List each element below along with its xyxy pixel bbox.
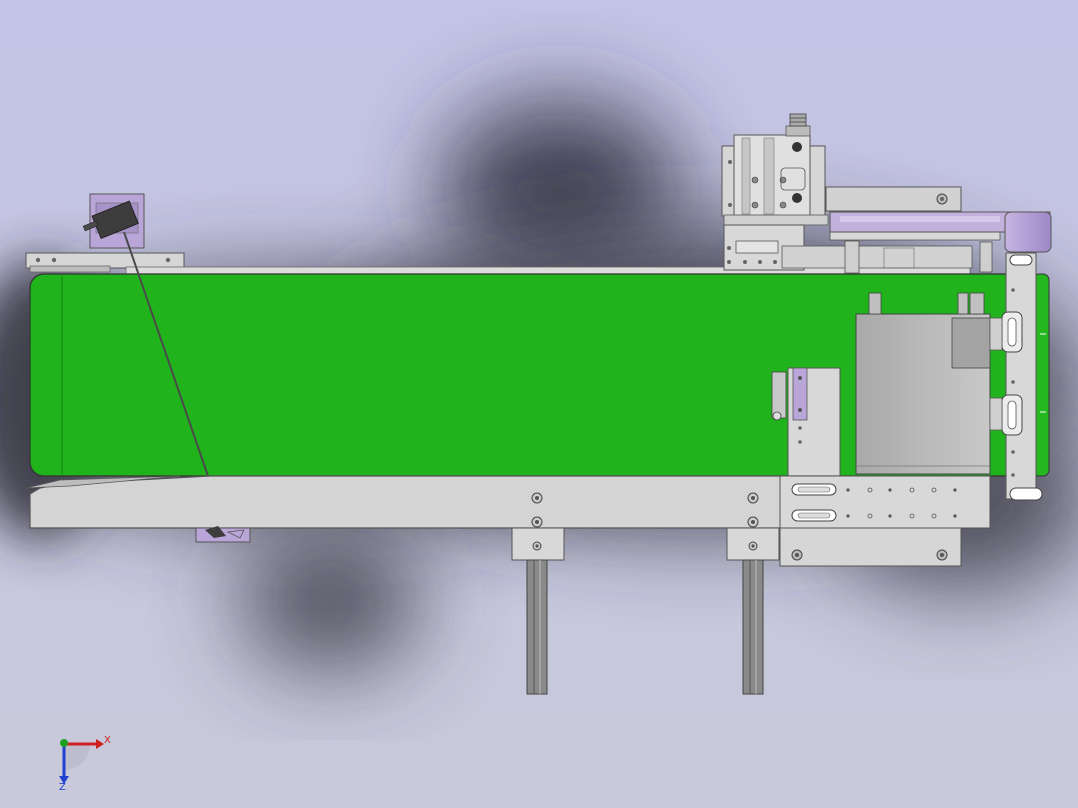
drive-motor bbox=[855, 292, 991, 475]
lower-frame bbox=[25, 475, 991, 529]
cad-scene[interactable]: X Z bbox=[0, 0, 1078, 808]
lower-mount-plate bbox=[779, 527, 962, 567]
triad-x-label: X bbox=[104, 735, 111, 746]
cad-viewport[interactable]: X Z bbox=[0, 0, 1078, 808]
triad-y-axis-icon bbox=[60, 739, 68, 747]
sensor-mount-bottom bbox=[195, 526, 251, 543]
triad-z-label: Z bbox=[59, 782, 66, 793]
